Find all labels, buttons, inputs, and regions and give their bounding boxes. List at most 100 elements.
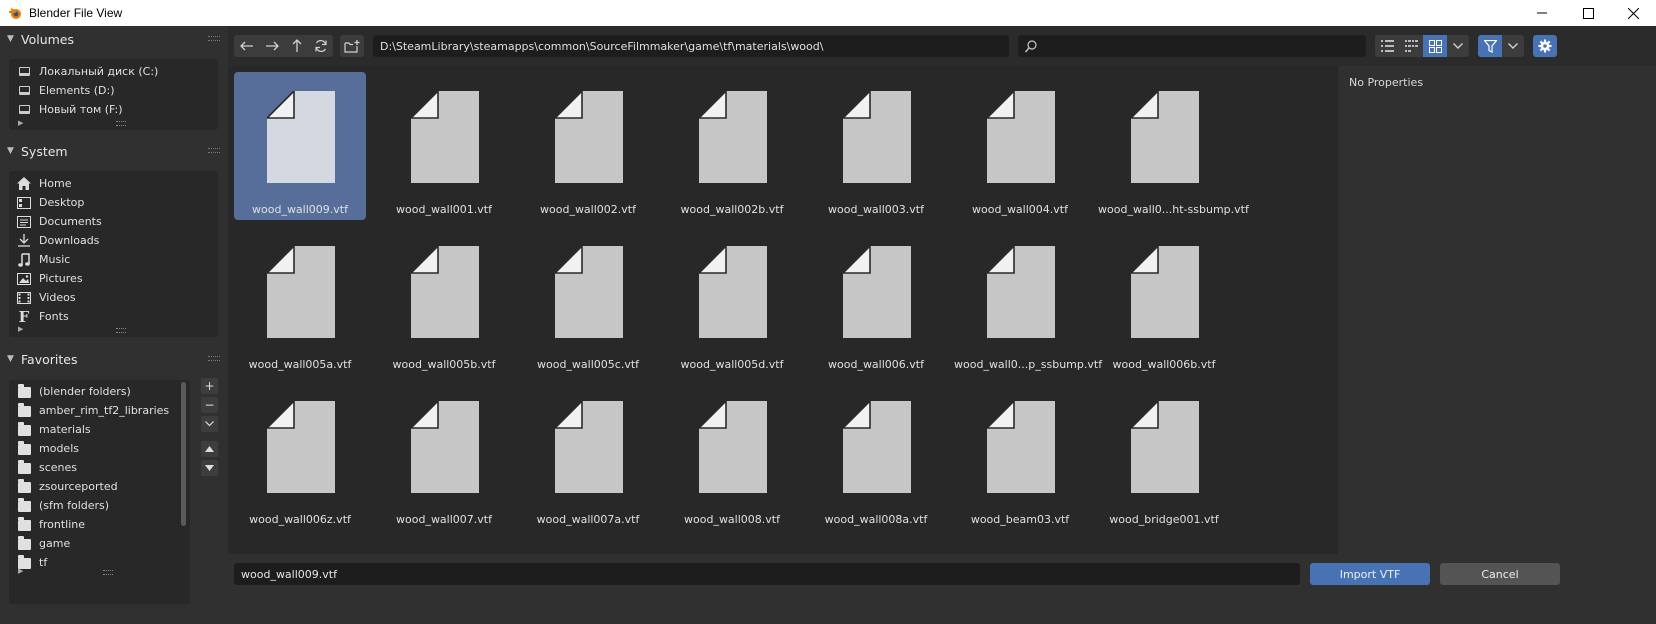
file-tile[interactable]: wood_wall002.vtf <box>522 72 654 220</box>
favorite-item[interactable]: (sfm folders) <box>17 496 109 515</box>
import-vtf-button[interactable]: Import VTF <box>1310 563 1430 585</box>
cancel-button[interactable]: Cancel <box>1440 563 1560 585</box>
file-tile[interactable]: wood_bridge001.vtf <box>1098 382 1230 530</box>
system-item-downloads[interactable]: Downloads <box>17 231 99 250</box>
drive-icon <box>17 65 31 79</box>
folder-icon <box>17 441 31 456</box>
close-window-button[interactable] <box>1610 0 1656 26</box>
file-tile[interactable]: wood_wall0...ht-ssbump.vtf <box>1098 72 1249 220</box>
directory-path-field[interactable]: D:\SteamLibrary\steamapps\common\SourceF… <box>373 35 1009 57</box>
volume-item-c[interactable]: Локальный диск (C:) <box>17 62 158 81</box>
favorite-item[interactable]: (blender folders) <box>17 382 131 401</box>
horizontal-list-view-button[interactable] <box>1399 35 1423 57</box>
system-item-home[interactable]: Home <box>17 174 71 193</box>
favorite-item[interactable]: frontline <box>17 515 85 534</box>
system-item-videos[interactable]: Videos <box>17 288 76 307</box>
favorite-item[interactable]: zsourceported <box>17 477 118 496</box>
funnel-icon <box>1483 39 1497 53</box>
new-directory-button[interactable] <box>340 35 364 57</box>
add-favorite-button[interactable]: + <box>201 378 218 394</box>
system-title: System <box>21 143 68 159</box>
file-tile[interactable]: wood_wall007.vtf <box>378 382 510 530</box>
display-settings-dropdown[interactable] <box>1447 35 1469 57</box>
favorite-item[interactable]: amber_rim_tf2_libraries <box>17 401 169 420</box>
back-button[interactable] <box>234 35 259 57</box>
forward-button[interactable] <box>259 35 284 57</box>
toolbar: D:\SteamLibrary\steamapps\common\SourceF… <box>228 26 1656 66</box>
file-tile[interactable]: wood_beam03.vtf <box>954 382 1086 530</box>
folder-icon <box>17 498 31 513</box>
arrow-left-icon <box>239 41 253 51</box>
drag-grip-icon[interactable] <box>208 36 220 41</box>
resize-grip-icon[interactable] <box>116 328 126 333</box>
volumes-list: Локальный диск (C:) Elements (D:) Новый … <box>9 59 218 130</box>
system-item-desktop[interactable]: Desktop <box>17 193 84 212</box>
remove-favorite-button[interactable]: − <box>201 397 218 413</box>
search-input[interactable] <box>1018 35 1366 57</box>
file-tile[interactable]: wood_wall007a.vtf <box>522 382 654 530</box>
file-tile[interactable]: wood_wall006b.vtf <box>1098 227 1230 375</box>
file-tile[interactable]: wood_wall001.vtf <box>378 72 510 220</box>
favorites-header[interactable]: ▼ Favorites <box>0 347 228 371</box>
file-tile[interactable]: wood_wall005a.vtf <box>234 227 366 375</box>
thumbnails-icon <box>1428 39 1442 53</box>
file-tile[interactable]: wood_wall006.vtf <box>810 227 942 375</box>
thumbnail-view-button[interactable] <box>1423 35 1447 57</box>
filename-input[interactable]: wood_wall009.vtf <box>234 563 1300 585</box>
drag-grip-icon[interactable] <box>208 356 220 361</box>
settings-toggle-button[interactable] <box>1533 35 1557 57</box>
favorites-menu-button[interactable] <box>201 416 218 432</box>
expand-arrow-icon[interactable]: ▶ <box>18 119 23 127</box>
system-header[interactable]: ▼ System <box>0 139 228 163</box>
arrow-right-icon <box>265 41 279 51</box>
system-item-documents[interactable]: Documents <box>17 212 102 231</box>
gear-icon <box>1538 39 1552 53</box>
file-name-label: wood_wall002b.vtf <box>680 203 784 216</box>
file-tile[interactable]: wood_wall004.vtf <box>954 72 1086 220</box>
volumes-header[interactable]: ▼ Volumes <box>0 27 228 51</box>
expand-arrow-icon[interactable]: ▶ <box>18 325 23 333</box>
favorite-label: (blender folders) <box>39 385 131 398</box>
maximize-button[interactable] <box>1565 0 1611 26</box>
favorite-item[interactable]: game <box>17 534 70 553</box>
system-item-fonts[interactable]: F Fonts <box>17 307 69 326</box>
close-icon <box>1627 7 1639 19</box>
drag-grip-icon[interactable] <box>208 148 220 153</box>
refresh-button[interactable] <box>309 35 333 57</box>
pictures-icon <box>17 272 31 286</box>
move-up-button[interactable] <box>201 441 218 457</box>
resize-grip-icon[interactable] <box>116 121 126 126</box>
favorite-label: frontline <box>39 518 86 531</box>
file-tile[interactable]: wood_wall008.vtf <box>666 382 798 530</box>
favorite-item[interactable]: scenes <box>17 458 77 477</box>
resize-grip-icon[interactable] <box>103 570 113 575</box>
minimize-button[interactable] <box>1519 0 1565 26</box>
vertical-list-view-button[interactable] <box>1375 35 1399 57</box>
parent-directory-button[interactable] <box>284 35 309 57</box>
volume-item-f[interactable]: Новый том (F:) <box>17 100 123 119</box>
volume-item-d[interactable]: Elements (D:) <box>17 81 115 100</box>
filter-toggle-button[interactable] <box>1478 35 1502 57</box>
file-tile[interactable]: wood_wall005d.vtf <box>666 227 798 375</box>
file-tile[interactable]: wood_wall005c.vtf <box>522 227 654 375</box>
file-tile[interactable]: wood_wall002b.vtf <box>666 72 798 220</box>
expand-arrow-icon[interactable]: ▶ <box>18 567 23 575</box>
system-label: Home <box>39 177 72 190</box>
system-item-music[interactable]: Music <box>17 250 70 269</box>
system-item-pictures[interactable]: Pictures <box>17 269 83 288</box>
favorite-item[interactable]: models <box>17 439 79 458</box>
favorite-item[interactable]: materials <box>17 420 91 439</box>
cancel-button-label: Cancel <box>1481 567 1519 581</box>
filter-settings-dropdown[interactable] <box>1502 35 1524 57</box>
move-down-button[interactable] <box>201 460 218 476</box>
file-tile[interactable]: wood_wall005b.vtf <box>378 227 510 375</box>
home-icon <box>17 177 31 191</box>
favorites-scrollbar[interactable] <box>181 382 186 526</box>
collapse-arrow-icon: ▼ <box>7 34 14 44</box>
file-tile[interactable]: wood_wall006z.vtf <box>234 382 366 530</box>
file-tile[interactable]: wood_wall0...p_ssbump.vtf <box>954 227 1102 375</box>
file-tile[interactable]: wood_wall003.vtf <box>810 72 942 220</box>
title-bar: Blender File View <box>0 0 1656 26</box>
file-tile[interactable]: wood_wall008a.vtf <box>810 382 942 530</box>
file-tile[interactable]: wood_wall009.vtf <box>234 72 366 220</box>
